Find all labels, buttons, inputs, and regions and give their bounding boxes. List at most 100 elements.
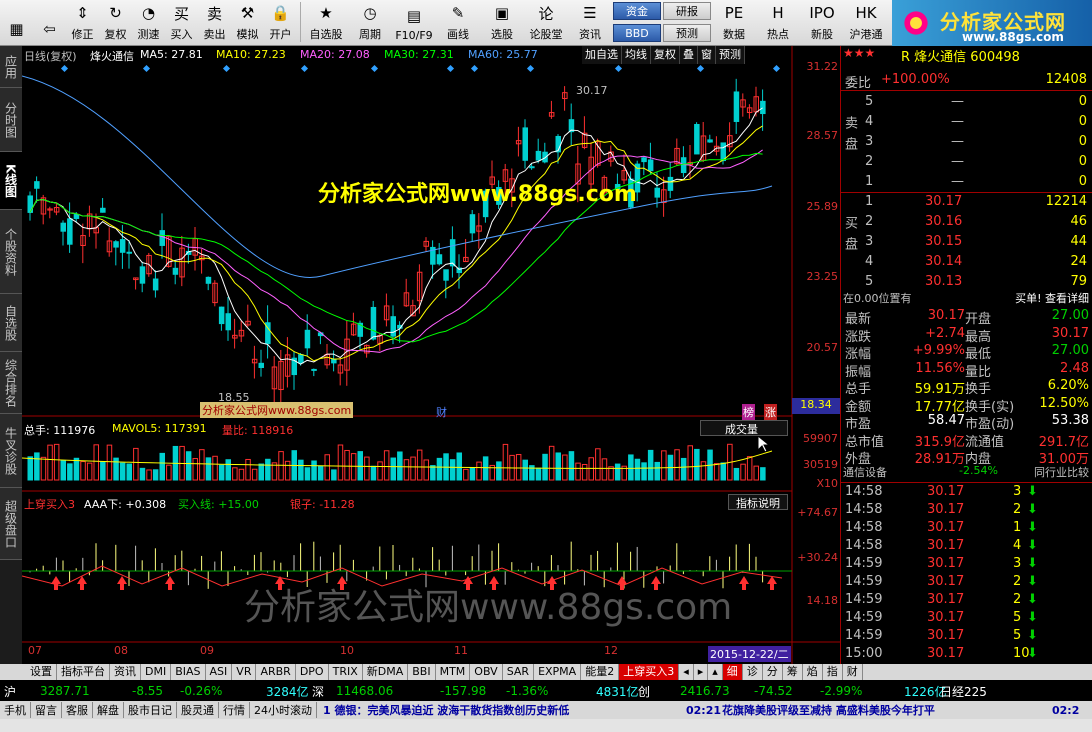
toolbar-button-star-folder[interactable]: ★ 自选股 <box>304 0 348 44</box>
event-diamond-icon[interactable] <box>142 64 151 73</box>
indicator-tab[interactable]: DMI <box>141 664 172 680</box>
toolbar-button-hammer[interactable]: ⚒ 模拟 <box>231 0 264 44</box>
left-tab-1[interactable]: 分时图 <box>0 88 22 152</box>
rank-marker[interactable]: 榜 <box>742 404 755 420</box>
chart-header-button[interactable]: 预测 <box>716 46 745 64</box>
sector-compare-button[interactable]: 同行业比较 <box>1034 464 1089 480</box>
quote-tab[interactable]: 财 <box>843 664 863 680</box>
indicator-tab[interactable]: ARBR <box>256 664 296 680</box>
quote-tab[interactable]: 指 <box>823 664 843 680</box>
status-item[interactable]: 客服 <box>62 702 93 718</box>
toolbar-button-back-arrow[interactable]: ⇦ <box>33 0 66 44</box>
event-diamond-icon[interactable] <box>300 64 309 73</box>
buy-detail-link[interactable]: 买单! 查看详细 <box>1015 290 1089 306</box>
indicator-tab[interactable]: 设置 <box>26 664 57 680</box>
status-item[interactable]: 股市日记 <box>124 702 177 718</box>
finance-marker[interactable]: 财 <box>436 404 447 420</box>
quote-tab[interactable]: 分 <box>763 664 783 680</box>
toolbar-button-forum[interactable]: 论论股堂 <box>524 0 568 44</box>
chart-header-button[interactable]: 窗 <box>698 46 716 64</box>
status-item[interactable]: 解盘 <box>93 702 124 718</box>
left-tab-6[interactable]: 牛叉诊股 <box>0 414 22 488</box>
event-diamond-icon[interactable] <box>370 64 379 73</box>
indicator-tab[interactable]: 指标平台 <box>57 664 110 680</box>
toolbar-button-ipo[interactable]: IPO 新股 <box>800 0 844 44</box>
left-tab-4[interactable]: 自选股 <box>0 294 22 352</box>
news-headline[interactable]: 1 德银：完美风暴迫近 波海干散货指数创历史新低 <box>323 702 569 718</box>
indicator-tab[interactable]: 能量2 <box>581 664 620 680</box>
indicator-tab[interactable]: BIAS <box>171 664 206 680</box>
indicator-tab[interactable]: ASI <box>206 664 233 680</box>
toolbar-button-grid[interactable]: ▦ <box>0 0 33 44</box>
toolbar-button-news[interactable]: ☰ 资讯 <box>568 0 612 44</box>
quote-tab[interactable]: 细 <box>722 664 743 680</box>
mini-button[interactable]: 资金 <box>613 2 661 20</box>
toolbar-button-buy[interactable]: 买买入 <box>165 0 198 44</box>
quote-tab[interactable]: 诊 <box>743 664 763 680</box>
quote-tab[interactable]: 筹 <box>783 664 803 680</box>
status-item[interactable]: 留言 <box>31 702 62 718</box>
volume-bar <box>34 452 40 481</box>
news-headline-2[interactable]: 花旗降美股评级至减持 高盛料美股今年打平 <box>722 702 935 718</box>
toolbar-button-up-down-arrows[interactable]: ⇕ 修正 <box>66 0 99 44</box>
chart-header-button[interactable]: 均线 <box>622 46 651 64</box>
toolbar-button-speedometer[interactable]: ◔ 测速 <box>132 0 165 44</box>
event-diamond-icon[interactable] <box>446 64 455 73</box>
mini-button[interactable]: 预测 <box>663 24 711 42</box>
event-diamond-icon[interactable] <box>526 64 535 73</box>
toolbar-button-select[interactable]: ▣ 选股 <box>480 0 524 44</box>
indicator-tab[interactable]: BBI <box>408 664 436 680</box>
scroll-arrow-icon[interactable]: ▴ <box>708 664 723 680</box>
toolbar-button-lock[interactable]: 🔒 开户 <box>264 0 297 44</box>
left-tab-2[interactable]: K线图 <box>0 152 22 210</box>
indicator-tab[interactable]: TRIX <box>329 664 363 680</box>
mini-button[interactable]: BBD <box>613 24 661 42</box>
event-diamond-icon[interactable] <box>60 64 69 73</box>
status-item[interactable]: 股灵通 <box>177 702 219 718</box>
indicator-tab[interactable]: 新DMA <box>363 664 409 680</box>
toolbar-button-hk[interactable]: HK 沪港通 <box>844 0 888 44</box>
status-item[interactable]: 行情 <box>219 702 250 718</box>
status-item[interactable]: 手机 <box>0 702 31 718</box>
indicator-tab[interactable]: 资讯 <box>110 664 141 680</box>
volume-bar <box>680 457 687 481</box>
left-tab-0[interactable]: 应用 <box>0 46 22 88</box>
toolbar-button-f10[interactable]: ▤ F10/F9 <box>392 0 436 44</box>
volume-dropdown[interactable]: 成交量 <box>700 420 788 436</box>
sector-name[interactable]: 通信设备 <box>843 464 887 480</box>
toolbar-button-clock[interactable]: ◷ 周期 <box>348 0 392 44</box>
event-diamond-icon[interactable] <box>772 64 781 73</box>
indicator-tab[interactable]: EXPMA <box>534 664 582 680</box>
mini-button[interactable]: 研报 <box>663 2 711 20</box>
event-diamond-icon[interactable] <box>614 64 623 73</box>
indicator-help-button[interactable]: 指标说明 <box>728 494 788 510</box>
toolbar-button-pe[interactable]: PE 数据 <box>712 0 756 44</box>
limit-up-marker[interactable]: 涨 <box>764 404 777 420</box>
toolbar-button-refresh[interactable]: ↻ 复权 <box>99 0 132 44</box>
left-tab-7[interactable]: 超级盘口 <box>0 488 22 560</box>
left-tab-5[interactable]: 综合排名 <box>0 352 22 414</box>
chart-header-button[interactable]: 复权 <box>651 46 680 64</box>
event-diamond-icon[interactable] <box>470 64 479 73</box>
event-diamond-icon[interactable] <box>696 64 705 73</box>
indicator-tab[interactable]: SAR <box>503 664 535 680</box>
indicator-tab[interactable]: OBV <box>470 664 503 680</box>
indicator-tab[interactable]: MTM <box>436 664 471 680</box>
chart-header-button[interactable]: 叠 <box>680 46 698 64</box>
indicator-tab[interactable]: 上穿买入3 <box>619 664 680 680</box>
scroll-arrow-icon[interactable]: ▸ <box>694 664 709 680</box>
indicator-tab[interactable]: VR <box>232 664 257 680</box>
chart-canvas[interactable] <box>22 46 840 664</box>
toolbar-button-pencil[interactable]: ✎ 画线 <box>436 0 480 44</box>
toolbar-button-sell[interactable]: 卖卖出 <box>198 0 231 44</box>
toolbar-button-hot[interactable]: H 热点 <box>756 0 800 44</box>
toolbar-button-label: 数据 <box>723 28 745 41</box>
kline-chart[interactable]: 日线(复权) 烽火通信 MA5: 27.81 MA10: 27.23 MA20:… <box>22 46 840 664</box>
quote-tab[interactable]: 焰 <box>803 664 823 680</box>
chart-header-button[interactable]: 加自选 <box>582 46 622 64</box>
scroll-arrow-icon[interactable]: ◂ <box>679 664 694 680</box>
event-diamond-icon[interactable] <box>222 64 231 73</box>
indicator-tab[interactable]: DPO <box>296 664 329 680</box>
status-item[interactable]: 24小时滚动 <box>250 702 317 718</box>
left-tab-3[interactable]: 个股资料 <box>0 210 22 294</box>
